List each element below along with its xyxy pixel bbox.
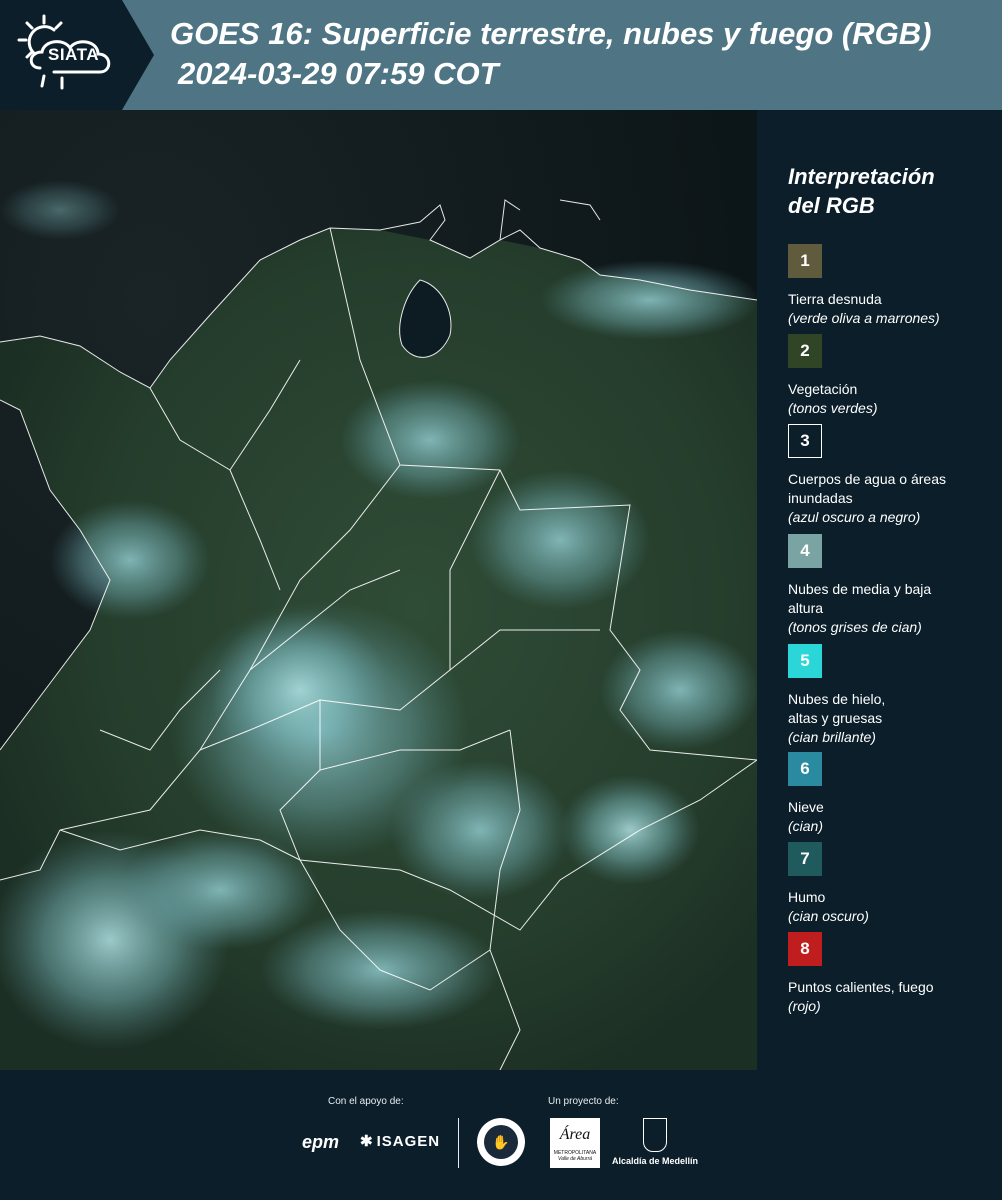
legend-note: (rojo) — [788, 998, 821, 1014]
area-metropolitana-logo: Área METROPOLITANA Valle de Aburrá — [550, 1118, 600, 1168]
legend-swatch: 3 — [788, 424, 822, 458]
legend-label: Tierra desnuda — [788, 291, 882, 307]
support-caption: Con el apoyo de: — [328, 1096, 404, 1107]
legend-note: (tonos verdes) — [788, 400, 878, 416]
legend-item-vegetation: 2 Vegetación (tonos verdes) — [788, 334, 998, 418]
legend-swatch: 4 — [788, 534, 822, 568]
seal-hand-icon: ✋ — [484, 1125, 518, 1159]
legend-title-line1: Interpretación — [788, 164, 935, 189]
legend-note: (azul oscuro a negro) — [788, 509, 921, 525]
coat-of-arms-icon — [643, 1118, 667, 1152]
project-caption: Un proyecto de: — [548, 1096, 619, 1107]
legend-panel: Interpretación del RGB 1 Tierra desnuda … — [772, 110, 1002, 1070]
legend-label: Humo — [788, 889, 826, 905]
legend-swatch: 7 — [788, 842, 822, 876]
seal-logo: ✋ — [477, 1118, 525, 1166]
legend-note: (cian) — [788, 818, 824, 834]
isagen-logo: ✱ ISAGEN — [360, 1132, 441, 1151]
isagen-star-icon: ✱ — [360, 1133, 374, 1150]
legend-note: (cian oscuro) — [788, 908, 869, 924]
area-logo-sub2: Valle de Aburrá — [557, 1156, 593, 1162]
legend-swatch: 1 — [788, 244, 822, 278]
siata-logo-text: SIATA — [48, 45, 99, 64]
map-title: GOES 16: Superficie terrestre, nubes y f… — [170, 16, 932, 51]
legend-swatch: 6 — [788, 752, 822, 786]
legend-item-bare-soil: 1 Tierra desnuda (verde oliva a marrones… — [788, 244, 998, 328]
logo-arrow-shape — [122, 0, 154, 110]
legend-label: Nubes de hielo, altas y gruesas — [788, 691, 886, 726]
footer: Con el apoyo de: Un proyecto de: epm ✱ I… — [0, 1070, 1002, 1200]
epm-logo: epm — [302, 1132, 340, 1152]
legend-item-low-clouds: 4 Nubes de media y baja altura (tonos gr… — [788, 534, 998, 637]
legend-label: Vegetación — [788, 381, 858, 397]
legend-item-water: 3 Cuerpos de agua o áreas inundadas (azu… — [788, 424, 998, 527]
header-bar: SIATA GOES 16: Superficie terrestre, nub… — [0, 0, 1002, 110]
legend-item-snow: 6 Nieve (cian) — [788, 752, 998, 836]
legend-note: (tonos grises de cian) — [788, 619, 922, 635]
legend-label: Nubes de media y baja altura — [788, 581, 932, 616]
legend-note: (verde oliva a marrones) — [788, 310, 940, 326]
legend-swatch: 5 — [788, 644, 822, 678]
satellite-map — [0, 110, 757, 1070]
legend-note: (cian brillante) — [788, 729, 876, 745]
siata-logo: SIATA — [0, 0, 122, 110]
legend-item-fire: 8 Puntos calientes, fuego (rojo) — [788, 932, 998, 1016]
legend-label: Nieve — [788, 799, 824, 815]
legend-label: Puntos calientes, fuego — [788, 979, 934, 995]
legend-swatch: 2 — [788, 334, 822, 368]
alcaldia-logo: Alcaldía de Medellín — [610, 1118, 700, 1166]
legend-item-smoke: 7 Humo (cian oscuro) — [788, 842, 998, 926]
legend-title: Interpretación del RGB — [788, 162, 988, 220]
area-logo-script: Área — [559, 1126, 591, 1143]
legend-swatch: 8 — [788, 932, 822, 966]
legend-item-ice-clouds: 5 Nubes de hielo, altas y gruesas (cian … — [788, 644, 998, 747]
alcaldia-logo-text: Alcaldía de Medellín — [611, 1156, 699, 1166]
isagen-logo-text: ISAGEN — [376, 1132, 441, 1150]
legend-label: Cuerpos de agua o áreas inundadas — [788, 471, 946, 506]
legend-title-line2: del RGB — [788, 193, 875, 218]
footer-divider — [458, 1118, 459, 1168]
map-datetime: 2024-03-29 07:59 COT — [178, 56, 499, 91]
